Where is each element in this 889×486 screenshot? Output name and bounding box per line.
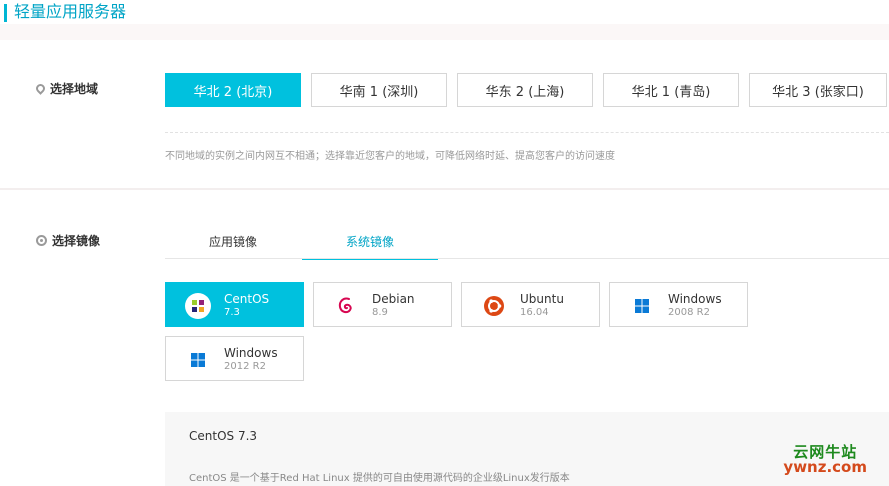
region-label-text: 选择地域 <box>50 82 99 96</box>
region-hint: 不同地域的实例之间内网互不相通；选择靠近您客户的地域，可降低网络时延、提高您客户… <box>165 151 615 162</box>
region-section: 选择地域 华北 2 (北京) 华南 1 (深圳) 华东 2 (上海) 华北 1 … <box>0 40 889 188</box>
region-option-shenzhen[interactable]: 华南 1 (深圳) <box>311 73 447 107</box>
debian-icon <box>338 297 352 314</box>
watermark-en: ywnz.com <box>783 458 867 477</box>
region-option-label: 华北 2 (北京) <box>193 84 273 100</box>
windows-icon <box>635 299 649 313</box>
os-version: 16.04 <box>520 307 549 318</box>
os-version: 2012 R2 <box>224 361 266 372</box>
region-divider <box>165 132 889 133</box>
os-description-panel: CentOS 7.3 CentOS 是一个基于Red Hat Linux 提供的… <box>165 412 889 486</box>
region-option-zhangjiakou[interactable]: 华北 3 (张家口) <box>749 73 887 107</box>
os-card-windows-2008[interactable]: Windows 2008 R2 <box>609 282 748 327</box>
watermark: 云网牛站 ywnz.com <box>783 444 867 477</box>
centos-icon <box>185 293 211 319</box>
os-card-windows-2012[interactable]: Windows 2012 R2 <box>165 336 304 381</box>
title-accent-bar <box>4 4 7 22</box>
os-card-ubuntu[interactable]: Ubuntu 16.04 <box>461 282 600 327</box>
region-option-beijing[interactable]: 华北 2 (北京) <box>165 73 301 107</box>
os-description-title: CentOS 7.3 <box>189 429 258 443</box>
os-version: 8.9 <box>372 307 388 318</box>
region-option-shanghai[interactable]: 华东 2 (上海) <box>457 73 593 107</box>
os-version: 2008 R2 <box>668 307 710 318</box>
os-card-debian[interactable]: Debian 8.9 <box>313 282 452 327</box>
os-card-centos[interactable]: CentOS 7.3 <box>165 282 304 327</box>
image-section: 选择镜像 应用镜像 系统镜像 CentOS 7.3 Debian 8.9 Ubu… <box>0 190 889 486</box>
tab-app-image[interactable]: 应用镜像 <box>165 230 301 260</box>
radio-target-icon <box>36 235 47 246</box>
windows-icon <box>191 353 205 367</box>
region-option-qingdao[interactable]: 华北 1 (青岛) <box>603 73 739 107</box>
os-name: Windows <box>668 292 722 306</box>
region-label: 选择地域 <box>34 80 99 97</box>
os-name: CentOS <box>224 292 270 306</box>
page-title: 轻量应用服务器 <box>14 2 127 21</box>
image-label-text: 选择镜像 <box>52 234 101 248</box>
region-option-label: 华南 1 (深圳) <box>339 84 419 100</box>
header-strip <box>0 24 889 40</box>
region-option-label: 华北 3 (张家口) <box>772 84 864 100</box>
os-version: 7.3 <box>224 307 240 318</box>
tab-label: 应用镜像 <box>208 235 257 249</box>
os-description-text: CentOS 是一个基于Red Hat Linux 提供的可自由使用源代码的企业… <box>189 473 570 484</box>
image-label: 选择镜像 <box>36 232 100 249</box>
page-header: 轻量应用服务器 <box>0 0 889 24</box>
os-name: Ubuntu <box>520 292 564 306</box>
location-pin-icon <box>34 82 47 95</box>
region-option-label: 华北 1 (青岛) <box>631 84 711 100</box>
os-name: Windows <box>224 346 278 360</box>
tab-label: 系统镜像 <box>345 235 394 249</box>
tab-underline <box>165 258 889 259</box>
os-name: Debian <box>372 292 415 306</box>
region-option-label: 华东 2 (上海) <box>485 84 565 100</box>
ubuntu-icon <box>484 296 504 316</box>
tab-system-image[interactable]: 系统镜像 <box>302 230 438 260</box>
